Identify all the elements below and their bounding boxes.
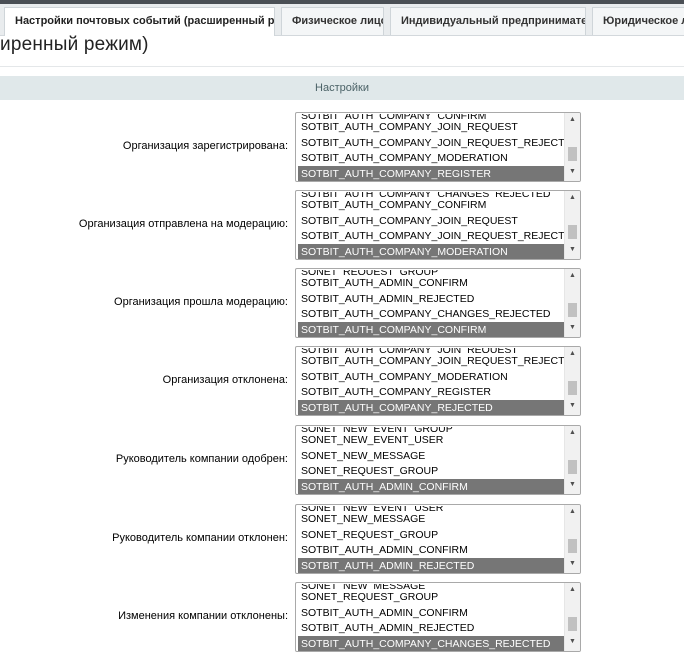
listbox-option[interactable]: SOTBIT_AUTH_COMPANY_JOIN_REQUEST_REJECTE… [298, 135, 566, 151]
scrollbar-thumb[interactable] [568, 539, 577, 553]
listbox-option[interactable]: SOTBIT_AUTH_COMPANY_MODERATION [298, 369, 566, 385]
row-label: Организация отклонена: [162, 374, 288, 386]
listbox-option[interactable]: SOTBIT_AUTH_ADMIN_CONFIRM [298, 275, 566, 291]
section-header-settings: Настройки [0, 76, 684, 100]
tab-individual[interactable]: Физическое лицо [281, 7, 384, 35]
selected-option[interactable]: SOTBIT_AUTH_COMPANY_MODERATION [298, 244, 566, 259]
listbox-option[interactable]: SOTBIT_AUTH_ADMIN_CONFIRM [298, 542, 566, 558]
row-label: Изменения компании отклонены: [118, 610, 288, 622]
listbox-scrollbar[interactable]: ▲ ▼ [564, 269, 580, 337]
page-title: иренный режим) [0, 34, 149, 55]
listbox-option[interactable]: SONET_NEW_MESSAGE [298, 511, 566, 527]
row-label: Организация отправлена на модерацию: [78, 218, 288, 230]
row-label: Организация зарегистрирована: [122, 140, 288, 152]
listbox-scrollbar[interactable]: ▲ ▼ [564, 426, 580, 494]
listbox-option[interactable]: SOTBIT_AUTH_COMPANY_CONFIRM [298, 197, 566, 213]
event-select-listbox[interactable]: SONET_REQUEST_GROUPSOTBIT_AUTH_ADMIN_CON… [295, 268, 581, 338]
triangle-down-icon[interactable]: ▼ [565, 399, 580, 413]
listbox-option[interactable]: SONET_REQUEST_GROUP [298, 589, 566, 605]
scrollbar-thumb[interactable] [568, 147, 577, 161]
scrollbar-thumb[interactable] [568, 225, 577, 239]
event-select-listbox[interactable]: SOTBIT_AUTH_COMPANY_CONFIRMSOTBIT_AUTH_C… [295, 112, 581, 182]
listbox-scrollbar[interactable]: ▲ ▼ [564, 505, 580, 573]
selected-option[interactable]: SOTBIT_AUTH_COMPANY_CONFIRM [298, 322, 566, 337]
row-label: Организация прошла модерацию: [114, 296, 288, 308]
row-label: Руководитель компании отклонен: [112, 532, 288, 544]
event-select-listbox[interactable]: SONET_NEW_MESSAGESONET_REQUEST_GROUPSOTB… [295, 582, 581, 652]
listbox-option[interactable]: SONET_NEW_EVENT_USER [298, 432, 566, 448]
row-label: Руководитель компании одобрен: [115, 453, 288, 465]
triangle-up-icon[interactable]: ▲ [565, 113, 580, 127]
triangle-down-icon[interactable]: ▼ [565, 635, 580, 649]
listbox-option[interactable]: SOTBIT_AUTH_ADMIN_REJECTED [298, 291, 566, 307]
listbox-option[interactable]: SONET_REQUEST_GROUP [298, 463, 566, 479]
selected-option[interactable]: SOTBIT_AUTH_ADMIN_CONFIRM [298, 479, 566, 494]
listbox-option[interactable]: SOTBIT_AUTH_COMPANY_JOIN_REQUEST [298, 119, 566, 135]
selected-option[interactable]: SOTBIT_AUTH_COMPANY_CHANGES_REJECTED [298, 636, 566, 651]
listbox-option[interactable]: SONET_REQUEST_GROUP [298, 527, 566, 543]
scrollbar-thumb[interactable] [568, 303, 577, 317]
scrollbar-thumb[interactable] [568, 381, 577, 395]
listbox-option[interactable]: SOTBIT_AUTH_COMPANY_MODERATION [298, 150, 566, 166]
listbox-option[interactable]: SOTBIT_AUTH_ADMIN_CONFIRM [298, 605, 566, 621]
triangle-down-icon[interactable]: ▼ [565, 557, 580, 571]
tab-mail-events-advanced[interactable]: Настройки почтовых событий (расширенный … [4, 7, 275, 36]
listbox-option[interactable]: SOTBIT_AUTH_COMPANY_REGISTER [298, 384, 566, 400]
listbox-scrollbar[interactable]: ▲ ▼ [564, 191, 580, 259]
triangle-up-icon[interactable]: ▲ [565, 191, 580, 205]
tab-bar: Настройки почтовых событий (расширенный … [0, 4, 684, 36]
tab-legal-entity[interactable]: Юридическое лицо [592, 7, 684, 35]
listbox-option[interactable]: SOTBIT_AUTH_COMPANY_JOIN_REQUEST [298, 213, 566, 229]
selected-option[interactable]: SOTBIT_AUTH_COMPANY_REGISTER [298, 166, 566, 181]
listbox-option[interactable]: SOTBIT_AUTH_COMPANY_CHANGES_REJECTED [298, 306, 566, 322]
event-select-listbox[interactable]: SOTBIT_AUTH_COMPANY_JOIN_REQUESTSOTBIT_A… [295, 346, 581, 416]
listbox-scrollbar[interactable]: ▲ ▼ [564, 347, 580, 415]
listbox-scrollbar[interactable]: ▲ ▼ [564, 583, 580, 651]
listbox-option[interactable]: SOTBIT_AUTH_COMPANY_JOIN_REQUEST_REJECTE… [298, 228, 566, 244]
triangle-up-icon[interactable]: ▲ [565, 426, 580, 440]
listbox-option[interactable]: SOTBIT_AUTH_COMPANY_JOIN_REQUEST_REJECTE… [298, 353, 566, 369]
title-divider [0, 66, 684, 67]
triangle-down-icon[interactable]: ▼ [565, 165, 580, 179]
event-select-listbox[interactable]: SONET_NEW_EVENT_GROUPSONET_NEW_EVENT_USE… [295, 425, 581, 495]
triangle-up-icon[interactable]: ▲ [565, 583, 580, 597]
scrollbar-thumb[interactable] [568, 460, 577, 474]
selected-option[interactable]: SOTBIT_AUTH_ADMIN_REJECTED [298, 558, 566, 573]
tab-entrepreneur[interactable]: Индивидуальный предприниматель [390, 7, 586, 35]
selected-option[interactable]: SOTBIT_AUTH_COMPANY_REJECTED [298, 400, 566, 415]
triangle-down-icon[interactable]: ▼ [565, 321, 580, 335]
triangle-up-icon[interactable]: ▲ [565, 269, 580, 283]
triangle-up-icon[interactable]: ▲ [565, 505, 580, 519]
scrollbar-thumb[interactable] [568, 617, 577, 631]
triangle-down-icon[interactable]: ▼ [565, 243, 580, 257]
listbox-option[interactable]: SONET_NEW_MESSAGE [298, 448, 566, 464]
triangle-down-icon[interactable]: ▼ [565, 478, 580, 492]
event-select-listbox[interactable]: SOTBIT_AUTH_COMPANY_CHANGES_REJECTEDSOTB… [295, 190, 581, 260]
listbox-scrollbar[interactable]: ▲ ▼ [564, 113, 580, 181]
event-select-listbox[interactable]: SONET_NEW_EVENT_USERSONET_NEW_MESSAGESON… [295, 504, 581, 574]
listbox-option[interactable]: SOTBIT_AUTH_ADMIN_REJECTED [298, 620, 566, 636]
triangle-up-icon[interactable]: ▲ [565, 347, 580, 361]
